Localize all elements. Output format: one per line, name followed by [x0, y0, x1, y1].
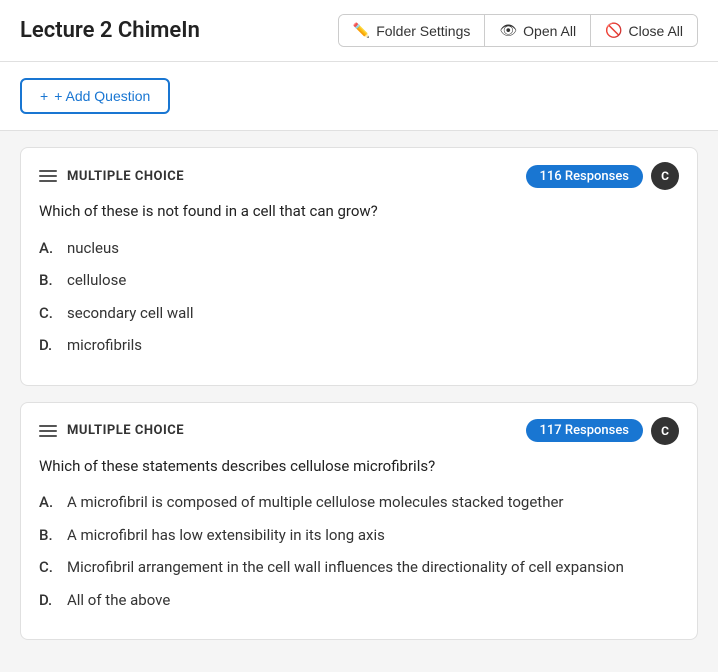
question-text: Which of these statements describes cell… [39, 455, 679, 478]
answer-letter: A. [39, 237, 59, 260]
answer-text: All of the above [67, 589, 170, 612]
answer-text: A microfibril has low extensibility in i… [67, 524, 385, 547]
add-icon: + [40, 88, 48, 104]
answer-option-2: B. cellulose [39, 269, 679, 292]
responses-badge: 116 Responses [526, 165, 644, 188]
add-question-label: + Add Question [54, 88, 150, 104]
answer-option-1: A. A microfibril is composed of multiple … [39, 491, 679, 514]
question-type-label: MULTIPLE CHOICE [67, 423, 184, 438]
card-header-right: 116 Responses C [526, 162, 680, 190]
close-all-label: Close All [629, 23, 683, 39]
answer-text: Microfibril arrangement in the cell wall… [67, 556, 624, 579]
card-body: Which of these statements describes cell… [21, 455, 697, 640]
responses-badge: 117 Responses [526, 419, 644, 442]
close-all-button[interactable]: 🚫 Close All [591, 15, 697, 46]
card-header-right: 117 Responses C [526, 417, 680, 445]
card-body: Which of these is not found in a cell th… [21, 200, 697, 385]
question-card-1: MULTIPLE CHOICE 116 Responses C Which of th… [20, 147, 698, 386]
folder-settings-button[interactable]: ✏️ Folder Settings [339, 15, 486, 46]
answer-letter: D. [39, 589, 59, 612]
pencil-icon: ✏️ [353, 22, 370, 39]
open-all-button[interactable]: 👁 Open All [485, 15, 591, 46]
answer-letter: C. [39, 302, 59, 325]
page-header: Lecture 2 ChimeIn ✏️ Folder Settings 👁 O… [0, 0, 718, 62]
question-text: Which of these is not found in a cell th… [39, 200, 679, 223]
add-question-button[interactable]: + + Add Question [20, 78, 170, 114]
drag-handle-icon[interactable] [39, 170, 57, 182]
answer-letter: B. [39, 269, 59, 292]
card-header-left: MULTIPLE CHOICE [39, 423, 184, 438]
eye-slash-icon: 🚫 [605, 22, 622, 39]
question-card-header-1: MULTIPLE CHOICE 116 Responses C [21, 148, 697, 200]
content-area: MULTIPLE CHOICE 116 Responses C Which of th… [0, 131, 718, 656]
page-title: Lecture 2 ChimeIn [20, 18, 200, 43]
question-card-header-2: MULTIPLE CHOICE 117 Responses C [21, 403, 697, 455]
card-header-left: MULTIPLE CHOICE [39, 169, 184, 184]
answer-text: secondary cell wall [67, 302, 194, 325]
toolbar: + + Add Question [0, 62, 718, 131]
answer-option-3: C. Microfibril arrangement in the cell wa… [39, 556, 679, 579]
answer-option-1: A. nucleus [39, 237, 679, 260]
answer-option-3: C. secondary cell wall [39, 302, 679, 325]
folder-settings-label: Folder Settings [376, 23, 470, 39]
question-type-label: MULTIPLE CHOICE [67, 169, 184, 184]
answer-option-2: B. A microfibril has low extensibility in… [39, 524, 679, 547]
eye-icon: 👁 [499, 22, 517, 39]
answer-text: nucleus [67, 237, 119, 260]
question-card-2: MULTIPLE CHOICE 117 Responses C Which of th… [20, 402, 698, 641]
open-all-label: Open All [523, 23, 576, 39]
question-menu-icon[interactable]: C [651, 162, 679, 190]
answer-letter: B. [39, 524, 59, 547]
answer-text: cellulose [67, 269, 126, 292]
question-menu-icon[interactable]: C [651, 417, 679, 445]
answer-letter: C. [39, 556, 59, 579]
answer-option-4: D. All of the above [39, 589, 679, 612]
answer-text: microfibrils [67, 334, 142, 357]
answer-option-4: D. microfibrils [39, 334, 679, 357]
answer-letter: A. [39, 491, 59, 514]
drag-handle-icon[interactable] [39, 425, 57, 437]
answer-letter: D. [39, 334, 59, 357]
answer-text: A microfibril is composed of multiple ce… [67, 491, 564, 514]
header-action-buttons: ✏️ Folder Settings 👁 Open All 🚫 Close Al… [338, 14, 698, 47]
